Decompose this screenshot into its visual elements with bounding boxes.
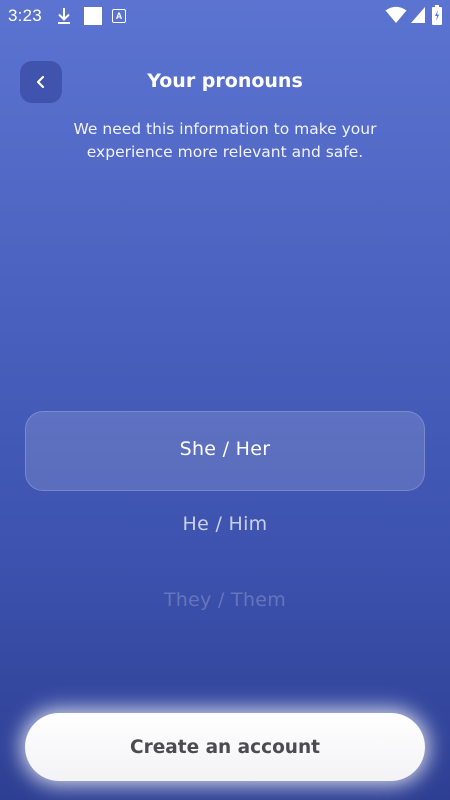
status-bar: 3:23 A <box>0 0 450 32</box>
pronoun-option-they-them[interactable]: They / Them <box>25 589 425 611</box>
page-title: Your pronouns <box>147 70 303 92</box>
pronoun-option-he-him[interactable]: He / Him <box>25 513 425 535</box>
pronoun-option-she-her[interactable]: She / Her <box>25 438 425 460</box>
create-account-button[interactable]: Create an account <box>25 713 425 781</box>
a-badge-icon: A <box>112 9 126 23</box>
wifi-icon <box>385 6 407 23</box>
square-icon <box>84 7 102 25</box>
signal-icon <box>411 7 425 23</box>
subtitle: We need this information to make your ex… <box>73 120 377 161</box>
a-badge-letter: A <box>115 11 123 21</box>
battery-icon <box>432 5 442 25</box>
status-time: 3:23 <box>8 6 42 25</box>
download-icon <box>58 8 70 24</box>
